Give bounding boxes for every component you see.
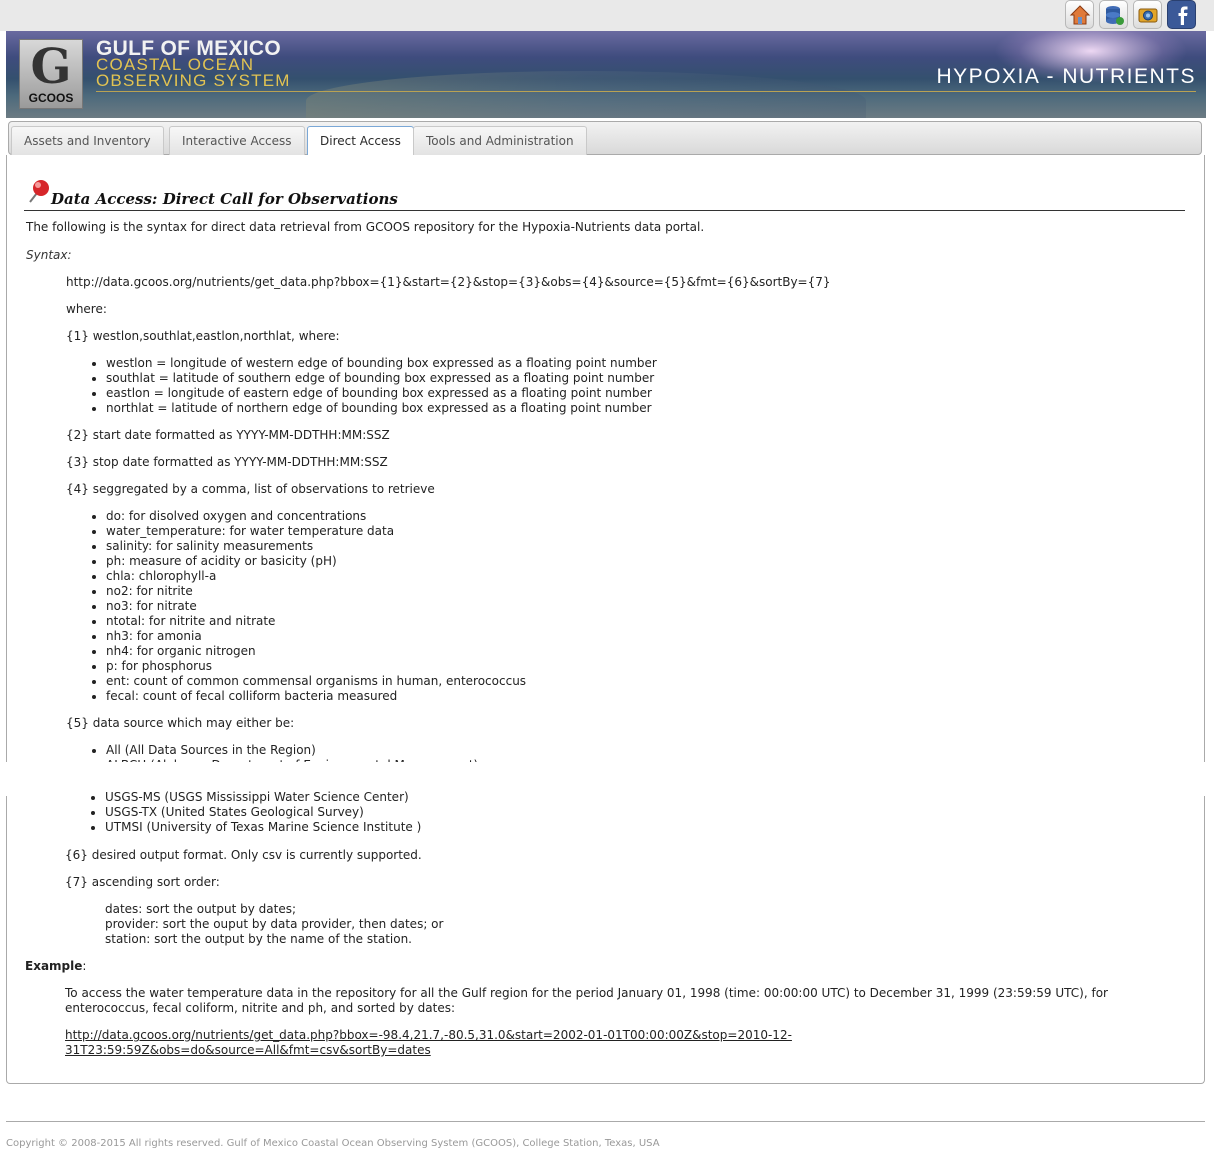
list-item: USGS-TX (United States Geological Survey… [105,805,421,820]
database-icon[interactable] [1099,0,1128,29]
top-icon-group [1065,0,1196,29]
list-item: USGS-MS (USGS Mississippi Water Science … [105,790,421,805]
list-item: southlat = latitude of southern edge of … [106,371,657,386]
logo-text: GCOOS [28,91,74,105]
list-item: UTMSI (University of Texas Marine Scienc… [105,820,421,835]
param-4-text: {4} seggregated by a comma, list of obse… [66,482,435,496]
example-heading: Example: [25,959,86,974]
list-item: northlat = latitude of northern edge of … [106,401,657,416]
pushpin-icon [29,180,49,203]
org-name-line2: COASTAL OCEAN OBSERVING SYSTEM [96,56,291,90]
org-name-line3-text: OBSERVING SYSTEM [96,71,291,90]
banner-gold-line [96,91,1196,92]
param-6-text: {6} desired output format. Only csv is c… [65,848,422,862]
param-7-text: {7} ascending sort order: [65,875,220,889]
param-2-text: {2} start date formatted as YYYY-MM-DDTH… [66,428,390,442]
footer-divider [6,1121,1205,1122]
bbox-list: westlon = longitude of western edge of b… [88,356,657,416]
list-item: All (All Data Sources in the Region) [106,743,478,758]
param-3-text: {3} stop date formatted as YYYY-MM-DDTHH… [66,455,388,469]
syntax-url: http://data.gcoos.org/nutrients/get_data… [66,275,831,289]
observations-list: do: for disolved oxygen and concentratio… [88,509,526,704]
top-bar [0,0,1214,31]
list-item: ph: measure of acidity or basicity (pH) [106,554,526,569]
list-item: chla: chlorophyll-a [106,569,526,584]
example-label: Example [25,959,83,973]
list-item: no2: for nitrite [106,584,526,599]
tab-tools-administration[interactable]: Tools and Administration [413,126,587,155]
sources-list-bottom: USGS-MS (USGS Mississippi Water Science … [87,790,421,835]
example-link-line1[interactable]: http://data.gcoos.org/nutrients/get_data… [65,1028,792,1043]
list-item: ntotal: for nitrite and nitrate [106,614,526,629]
list-item: salinity: for salinity measurements [106,539,526,554]
list-item: water_temperature: for water temperature… [106,524,526,539]
facebook-icon[interactable] [1167,0,1196,29]
tab-direct-access[interactable]: Direct Access [307,126,414,155]
where-label: where: [66,302,107,316]
list-item: do: for disolved oxygen and concentratio… [106,509,526,524]
list-item: no3: for nitrate [106,599,526,614]
logo-g-mark: G [30,39,72,95]
list-item: fecal: count of fecal colliform bacteria… [106,689,526,704]
list-item: nh3: for amonia [106,629,526,644]
tab-bar: Assets and Inventory Interactive Access … [8,121,1202,155]
syntax-label: Syntax: [26,248,72,262]
tab-interactive-access[interactable]: Interactive Access [169,126,305,155]
param-5-text: {5} data source which may either be: [66,716,295,730]
list-item: ent: count of common commensal organisms… [106,674,526,689]
example-text-line2: enterococcus, fecal coliform, nitrite an… [65,1001,456,1015]
page-title: Data Access: Direct Call for Observation… [51,190,398,208]
sort-option-provider: provider: sort the ouput by data provide… [105,917,444,931]
camera-icon[interactable] [1133,0,1162,29]
portal-title: HYPOXIA - NUTRIENTS [936,65,1196,88]
sort-option-station: station: sort the output by the name of … [105,932,412,946]
intro-text: The following is the syntax for direct d… [26,220,705,234]
example-colon: : [82,959,87,973]
tab-assets-inventory[interactable]: Assets and Inventory [11,126,164,155]
example-link-line2[interactable]: 31T23:59:59Z&obs=do&source=All&fmt=csv&s… [65,1043,431,1058]
param-1-text: {1} westlon,southlat,eastlon,northlat, w… [66,329,340,343]
section-heading: Data Access: Direct Call for Observation… [24,178,1185,211]
list-item: westlon = longitude of western edge of b… [106,356,657,371]
sort-option-dates: dates: sort the output by dates; [105,902,297,916]
gcoos-logo[interactable]: G GCOOS [19,39,83,109]
list-item: nh4: for organic nitrogen [106,644,526,659]
banner-landscape [306,71,866,118]
copyright-text: Copyright © 2008-2015 All rights reserve… [6,1138,660,1149]
home-icon[interactable] [1065,0,1094,29]
list-item: eastlon = longitude of eastern edge of b… [106,386,657,401]
list-item: p: for phosphorus [106,659,526,674]
example-text-line1: To access the water temperature data in … [65,986,1108,1000]
header-banner: G GCOOS GULF OF MEXICO COASTAL OCEAN OBS… [6,31,1206,118]
